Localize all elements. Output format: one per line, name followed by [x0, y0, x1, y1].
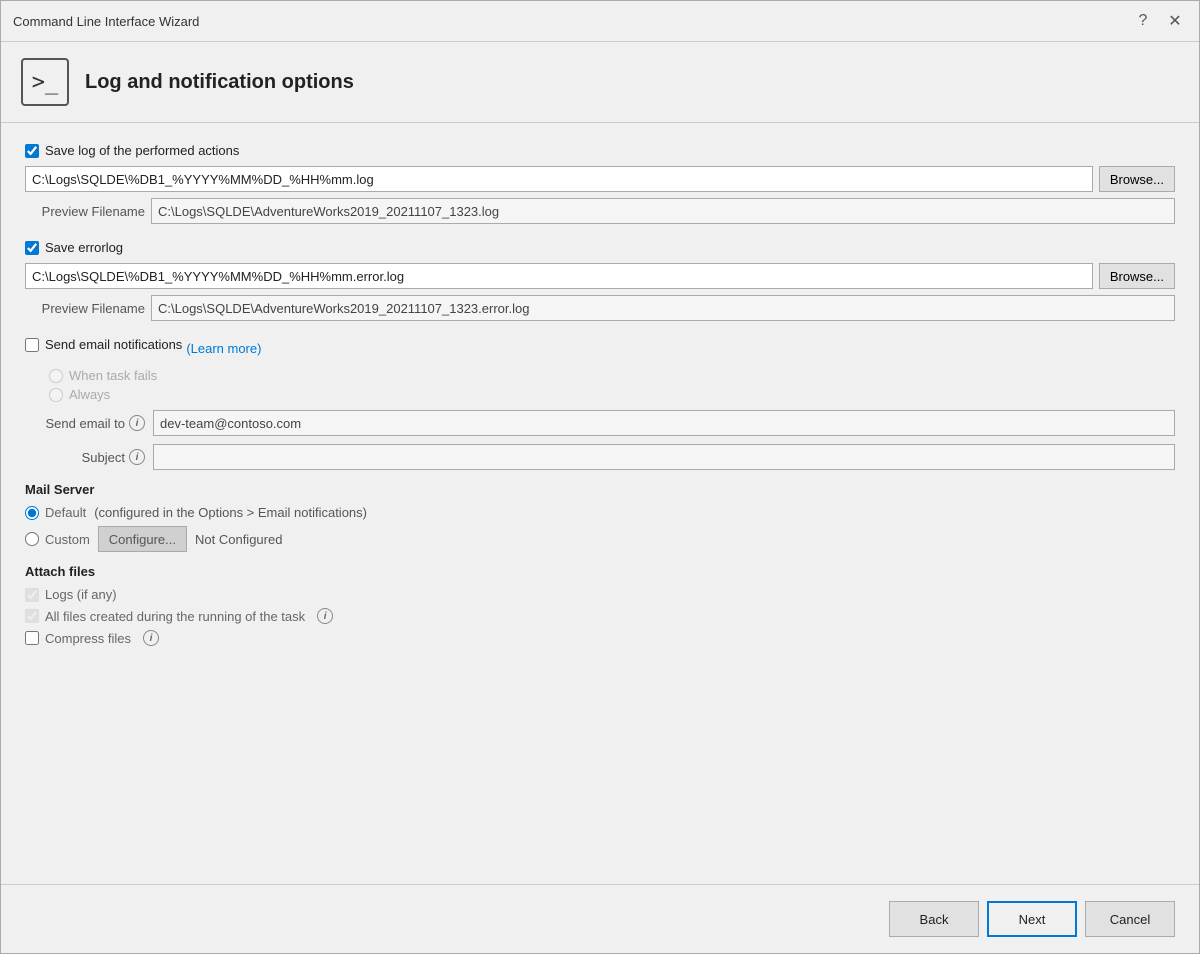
close-button[interactable]: ✕ — [1163, 9, 1187, 33]
when-fails-label: When task fails — [69, 368, 157, 383]
help-button[interactable]: ? — [1131, 9, 1155, 33]
mail-server-options: Default (configured in the Options > Ema… — [25, 505, 1175, 552]
title-bar-controls: ? ✕ — [1131, 9, 1187, 33]
default-mail-row: Default (configured in the Options > Ema… — [25, 505, 1175, 520]
when-fails-radio[interactable] — [49, 369, 63, 383]
errorlog-browse-button[interactable]: Browse... — [1099, 263, 1175, 289]
send-email-checkbox-label[interactable]: Send email notifications — [25, 337, 182, 352]
send-to-info-icon: i — [129, 415, 145, 431]
subject-info-icon: i — [129, 449, 145, 465]
log-preview-row: Preview Filename C:\Logs\SQLDE\Adventure… — [25, 198, 1175, 224]
default-desc: (configured in the Options > Email notif… — [94, 505, 367, 520]
subject-input[interactable] — [153, 444, 1175, 470]
all-files-attach-row: All files created during the running of … — [25, 608, 1175, 624]
footer: Back Next Cancel — [1, 884, 1199, 953]
configure-button[interactable]: Configure... — [98, 526, 187, 552]
errorlog-preview-row: Preview Filename C:\Logs\SQLDE\Adventure… — [25, 295, 1175, 321]
log-path-input[interactable] — [25, 166, 1093, 192]
send-email-label: Send email notifications — [45, 337, 182, 352]
back-button[interactable]: Back — [889, 901, 979, 937]
default-radio[interactable] — [25, 506, 39, 520]
attach-files-section: Attach files Logs (if any) All files cre… — [25, 564, 1175, 646]
compress-files-row: Compress files i — [25, 630, 1175, 646]
errorlog-path-input[interactable] — [25, 263, 1093, 289]
custom-radio[interactable] — [25, 532, 39, 546]
logs-attach-row: Logs (if any) — [25, 587, 1175, 602]
send-email-checkbox[interactable] — [25, 338, 39, 352]
send-to-input[interactable] — [153, 410, 1175, 436]
compress-files-label: Compress files — [45, 631, 131, 646]
custom-label: Custom — [45, 532, 90, 547]
log-browse-button[interactable]: Browse... — [1099, 166, 1175, 192]
save-errorlog-checkbox[interactable] — [25, 241, 39, 255]
custom-mail-row: Custom Configure... Not Configured — [25, 526, 1175, 552]
save-log-checkbox-label[interactable]: Save log of the performed actions — [25, 143, 239, 158]
save-log-checkbox[interactable] — [25, 144, 39, 158]
not-configured-text: Not Configured — [195, 532, 282, 547]
always-radio-label[interactable]: Always — [49, 387, 1175, 402]
default-radio-label[interactable]: Default — [25, 505, 86, 520]
errorlog-path-row: Browse... — [25, 263, 1175, 289]
log-preview-value: C:\Logs\SQLDE\AdventureWorks2019_2021110… — [151, 198, 1175, 224]
compress-info-icon: i — [143, 630, 159, 646]
email-when-options: When task fails Always — [49, 368, 1175, 402]
mail-server-heading: Mail Server — [25, 482, 1175, 497]
save-errorlog-checkbox-label[interactable]: Save errorlog — [25, 240, 123, 255]
send-email-row: Send email notifications (Learn more) — [25, 337, 1175, 360]
always-label: Always — [69, 387, 110, 402]
cancel-button[interactable]: Cancel — [1085, 901, 1175, 937]
content-area: Save log of the performed actions Browse… — [1, 123, 1199, 884]
compress-files-checkbox[interactable] — [25, 631, 39, 645]
default-label: Default — [45, 505, 86, 520]
save-log-row: Save log of the performed actions — [25, 143, 1175, 158]
window-title: Command Line Interface Wizard — [13, 14, 199, 29]
mail-server-section: Mail Server Default (configured in the O… — [25, 482, 1175, 552]
title-bar: Command Line Interface Wizard ? ✕ — [1, 1, 1199, 42]
all-files-attach-label: All files created during the running of … — [45, 609, 305, 624]
log-path-row: Browse... — [25, 166, 1175, 192]
errorlog-preview-label: Preview Filename — [25, 301, 145, 316]
attach-files-heading: Attach files — [25, 564, 1175, 579]
subject-row: Subject i — [25, 444, 1175, 470]
terminal-icon: >_ — [21, 58, 69, 106]
when-fails-radio-label[interactable]: When task fails — [49, 368, 1175, 383]
email-section: Send email notifications (Learn more) Wh… — [25, 337, 1175, 470]
page-header: >_ Log and notification options — [1, 42, 1199, 123]
all-files-attach-checkbox[interactable] — [25, 609, 39, 623]
next-button[interactable]: Next — [987, 901, 1077, 937]
send-to-row: Send email to i — [25, 410, 1175, 436]
custom-radio-label[interactable]: Custom — [25, 532, 90, 547]
send-to-field-label: Send email to i — [25, 415, 145, 431]
logs-attach-checkbox[interactable] — [25, 588, 39, 602]
subject-field-label: Subject i — [25, 449, 145, 465]
log-preview-label: Preview Filename — [25, 204, 145, 219]
all-files-info-icon: i — [317, 608, 333, 624]
learn-more-link[interactable]: (Learn more) — [186, 341, 261, 356]
errorlog-preview-value: C:\Logs\SQLDE\AdventureWorks2019_2021110… — [151, 295, 1175, 321]
always-radio[interactable] — [49, 388, 63, 402]
main-window: Command Line Interface Wizard ? ✕ >_ Log… — [0, 0, 1200, 954]
save-errorlog-label: Save errorlog — [45, 240, 123, 255]
save-errorlog-row: Save errorlog — [25, 240, 1175, 255]
page-title: Log and notification options — [85, 71, 354, 94]
logs-attach-label: Logs (if any) — [45, 587, 117, 602]
save-log-label: Save log of the performed actions — [45, 143, 239, 158]
